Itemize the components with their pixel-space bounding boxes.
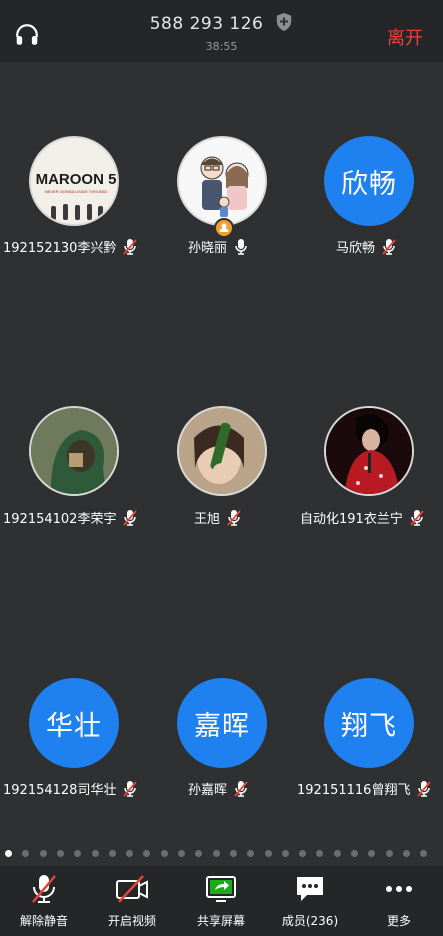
page-dot[interactable] — [5, 850, 12, 857]
host-icon — [219, 223, 229, 232]
unmute-label: 解除静音 — [19, 914, 68, 928]
participant-row-1: 192152130李兴黔 — [3, 237, 138, 256]
page-dot[interactable] — [160, 850, 168, 857]
bottom-toolbar: 解除静音 开启视频 共享屏幕 成员(236) 更多 — [0, 866, 443, 936]
participant-row-2: 孙晓丽 — [188, 237, 249, 256]
page-dot[interactable] — [281, 850, 289, 857]
participant-name: 孙晓丽 — [188, 241, 228, 256]
more-dots-icon — [386, 886, 412, 892]
participant-row-3: 马欣畅 — [336, 237, 397, 256]
mic-muted-icon — [234, 780, 248, 797]
page-dot[interactable] — [39, 850, 47, 857]
page-dot[interactable] — [74, 850, 82, 857]
page-dot[interactable] — [385, 850, 393, 857]
top-bar: 588 293 126 38:55 离开 — [0, 0, 443, 62]
participant-name: 孙嘉晖 — [188, 783, 228, 798]
shield-info-icon[interactable] — [275, 12, 293, 32]
page-dot[interactable] — [351, 850, 358, 857]
page-dot[interactable] — [402, 850, 410, 857]
page-dot[interactable] — [229, 850, 237, 857]
mic-icon — [235, 238, 247, 255]
avatar-initials: 欣畅 — [341, 168, 397, 200]
page-dot[interactable] — [316, 850, 324, 857]
avatar-initials: 嘉晖 — [194, 710, 250, 742]
page-dot[interactable] — [126, 850, 134, 857]
page-dot[interactable] — [56, 850, 64, 857]
page-dot[interactable] — [178, 850, 185, 857]
participant-row-5: 王旭 — [194, 508, 242, 527]
album-logo-text: MAROON 5 — [36, 171, 117, 188]
meeting-id[interactable]: 588 293 126 — [0, 12, 443, 34]
avatar[interactable]: 欣畅 — [324, 136, 414, 226]
participant-row-6: 自动化191衣兰宁 — [300, 508, 425, 527]
participant-name: 192151116曾翔飞 — [297, 783, 411, 798]
page-dot[interactable] — [143, 850, 151, 857]
participant-row-8: 孙嘉晖 — [188, 779, 249, 798]
chat-bubble-icon — [297, 877, 323, 901]
avatar[interactable]: MAROON 5 NEVER GONNA LEAVE THIS BED — [29, 136, 119, 226]
page-indicator[interactable] — [0, 849, 443, 859]
album-subtitle-text: NEVER GONNA LEAVE THIS BED — [45, 189, 108, 194]
page-dot[interactable] — [264, 850, 272, 857]
meeting-timer: 38:55 — [205, 40, 238, 53]
page-dot[interactable] — [333, 850, 341, 857]
avatar[interactable] — [29, 406, 119, 496]
page-dot[interactable] — [299, 850, 307, 857]
avatar[interactable]: 翔飞 — [324, 678, 414, 768]
mic-muted-icon — [123, 238, 138, 255]
page-dot[interactable] — [195, 850, 203, 857]
page-dot[interactable] — [212, 850, 220, 857]
participant-name: 192152130李兴黔 — [3, 241, 117, 256]
start-video-label: 开启视频 — [107, 914, 156, 928]
mic-muted-icon — [410, 509, 424, 526]
participant-name: 192154102李荣宇 — [3, 512, 117, 527]
avatar[interactable]: 华壮 — [29, 678, 119, 768]
participant-name: 自动化191衣兰宁 — [300, 512, 403, 527]
participant-row-4: 192154102李荣宇 — [3, 508, 138, 527]
share-screen-icon — [206, 876, 236, 902]
avatar-initials: 华壮 — [46, 710, 102, 742]
avatar[interactable] — [177, 136, 267, 226]
mic-muted-icon — [382, 238, 396, 255]
participant-row-7: 192154128司华壮 — [3, 779, 138, 798]
avatar[interactable] — [177, 406, 267, 496]
video-off-icon — [116, 875, 148, 903]
share-screen-label: 共享屏幕 — [196, 914, 245, 928]
page-dot[interactable] — [368, 850, 376, 857]
members-label: 成员(236) — [281, 914, 339, 928]
meeting-id-text: 588 293 126 — [149, 14, 264, 34]
more-label: 更多 — [386, 914, 411, 928]
unmute-button[interactable]: 解除静音 — [0, 866, 88, 936]
page-dot[interactable] — [22, 850, 30, 857]
host-badge — [214, 218, 234, 238]
mic-muted-icon — [227, 509, 241, 526]
participant-name: 192154128司华壮 — [3, 783, 117, 798]
page-dot[interactable] — [91, 850, 99, 857]
share-screen-button[interactable]: 共享屏幕 — [177, 866, 265, 936]
page-dot[interactable] — [420, 850, 428, 857]
members-button[interactable]: 成员(236) — [266, 866, 354, 936]
mic-muted-icon — [123, 509, 138, 526]
participant-name: 马欣畅 — [336, 241, 376, 256]
more-button[interactable]: 更多 — [355, 866, 443, 936]
participant-row-9: 192151116曾翔飞 — [297, 779, 432, 798]
avatar[interactable]: 嘉晖 — [177, 678, 267, 768]
page-dot[interactable] — [108, 850, 116, 857]
leave-button[interactable]: 离开 — [387, 24, 423, 50]
start-video-button[interactable]: 开启视频 — [88, 866, 176, 936]
avatar-initials: 翔飞 — [341, 710, 397, 742]
avatar[interactable] — [324, 406, 414, 496]
participant-name: 王旭 — [194, 512, 221, 527]
mic-muted-icon — [417, 780, 432, 797]
page-dot[interactable] — [247, 850, 255, 857]
mic-muted-icon — [32, 875, 56, 903]
mic-muted-icon — [123, 780, 138, 797]
